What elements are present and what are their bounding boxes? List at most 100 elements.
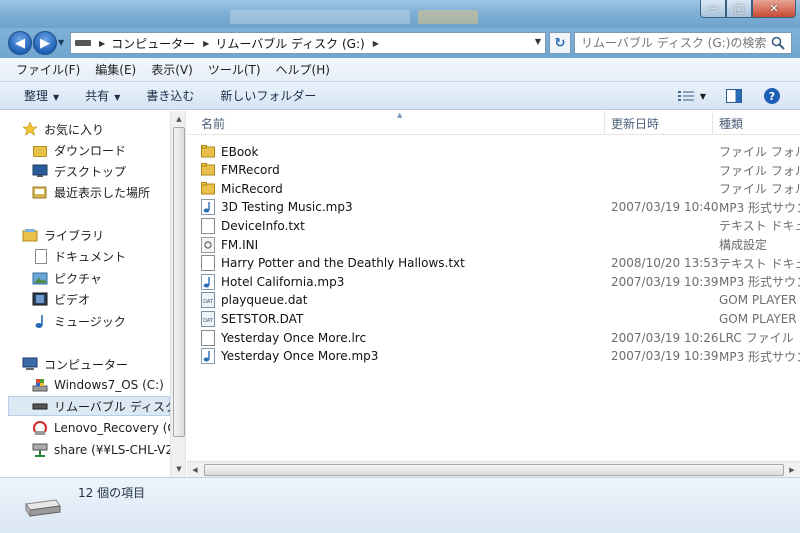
back-button[interactable]: ◀ bbox=[8, 31, 32, 55]
nav-downloads-label: ダウンロード bbox=[54, 143, 127, 158]
breadcrumb-removable-disk[interactable]: リムーバブル ディスク (G:) bbox=[215, 35, 364, 52]
nav-libraries-label: ライブラリ bbox=[44, 228, 105, 243]
file-name: Harry Potter and the Deathly Hallows.txt bbox=[221, 256, 465, 271]
scroll-thumb[interactable] bbox=[173, 127, 185, 437]
file-type: MP3 形式サウン bbox=[719, 349, 800, 364]
breadcrumb-computer[interactable]: コンピューター bbox=[111, 35, 195, 52]
dat-file-icon: DAT bbox=[201, 292, 215, 309]
svg-text:DAT: DAT bbox=[203, 318, 214, 324]
file-horizontal-scrollbar[interactable]: ◀ ▶ bbox=[187, 461, 800, 477]
nav-pictures[interactable]: ピクチャ bbox=[32, 268, 102, 288]
file-name: SETSTOR.DAT bbox=[221, 311, 304, 326]
column-date[interactable]: 更新日時 bbox=[605, 111, 713, 135]
file-name: Yesterday Once More.lrc bbox=[221, 330, 367, 345]
scroll-down-arrow[interactable]: ▼ bbox=[171, 461, 185, 477]
chevron-right-icon[interactable]: ▶ bbox=[203, 39, 209, 48]
menu-help[interactable]: ヘルプ(H) bbox=[276, 61, 330, 78]
search-input[interactable] bbox=[581, 36, 771, 50]
menu-view[interactable]: 表示(V) bbox=[151, 61, 193, 78]
nav-computer-label: コンピューター bbox=[44, 357, 129, 372]
menu-file[interactable]: ファイル(F) bbox=[16, 61, 80, 78]
chevron-right-icon[interactable]: ▶ bbox=[373, 39, 379, 48]
address-bar[interactable]: ▶ コンピューター ▶ リムーバブル ディスク (G:) ▶ ▼ bbox=[70, 32, 546, 54]
library-icon bbox=[22, 227, 38, 243]
nav-drive-c-label: Windows7_OS (C:) bbox=[54, 378, 164, 392]
file-row[interactable]: DAT playqueue.dat GOM PLAYER × bbox=[201, 291, 800, 310]
column-name[interactable]: 名前 bbox=[195, 111, 605, 135]
scroll-up-arrow[interactable]: ▲ bbox=[171, 111, 185, 127]
file-type: ファイル フォル bbox=[719, 182, 800, 197]
scroll-left-arrow[interactable]: ◀ bbox=[187, 462, 203, 477]
organize-button[interactable]: 整理 ▼ bbox=[24, 87, 59, 104]
maximize-button[interactable]: □ bbox=[726, 0, 752, 18]
chevron-right-icon[interactable]: ▶ bbox=[99, 39, 105, 48]
file-row[interactable]: 3D Testing Music.mp3 2007/03/19 10:40 MP3 … bbox=[201, 198, 800, 217]
preview-pane-icon[interactable] bbox=[726, 89, 742, 103]
title-bar: ─ □ ✕ bbox=[0, 0, 800, 28]
nav-removable-disk-label: リムーバブル ディスク ( bbox=[54, 399, 186, 414]
nav-recent-places[interactable]: 最近表示した場所 bbox=[32, 182, 150, 202]
file-row[interactable]: Yesterday Once More.lrc 2007/03/19 10:26 L… bbox=[201, 328, 800, 347]
file-row[interactable]: DeviceInfo.txt テキスト ドキュ bbox=[201, 216, 800, 235]
refresh-button[interactable]: ↻ bbox=[549, 32, 571, 54]
nav-pictures-label: ピクチャ bbox=[54, 271, 102, 286]
folder-icon bbox=[201, 144, 215, 160]
svg-text:DAT: DAT bbox=[203, 299, 214, 305]
file-row[interactable]: EBook ファイル フォル bbox=[201, 142, 800, 161]
recent-pages-dropdown[interactable]: ▼ bbox=[58, 38, 68, 48]
file-row[interactable]: DAT SETSTOR.DAT GOM PLAYER × bbox=[201, 309, 800, 328]
file-row[interactable]: Yesterday Once More.mp3 2007/03/19 10:39 M… bbox=[201, 347, 800, 366]
nav-libraries[interactable]: ライブラリ bbox=[22, 225, 104, 245]
file-name: 3D Testing Music.mp3 bbox=[221, 200, 353, 215]
nav-recent-places-label: 最近表示した場所 bbox=[54, 185, 151, 200]
scroll-right-arrow[interactable]: ▶ bbox=[784, 462, 800, 477]
share-button[interactable]: 共有 ▼ bbox=[85, 87, 120, 104]
help-icon[interactable]: ? bbox=[764, 88, 780, 104]
nav-network-share[interactable]: share (¥¥LS-CHL-V2D5 bbox=[32, 440, 186, 460]
nav-computer[interactable]: コンピューター bbox=[22, 354, 128, 374]
item-count: 12 個の項目 bbox=[78, 486, 146, 500]
file-row[interactable]: Hotel California.mp3 2007/03/19 10:39 MP3 … bbox=[201, 272, 800, 291]
file-date: 2007/03/19 10:26 bbox=[611, 330, 719, 345]
nav-documents[interactable]: ドキュメント bbox=[32, 246, 126, 266]
search-icon[interactable] bbox=[771, 36, 785, 50]
address-history-dropdown[interactable]: ▼ bbox=[535, 37, 541, 46]
nav-vertical-scrollbar[interactable]: ▲ ▼ bbox=[170, 111, 185, 477]
nav-videos[interactable]: ビデオ bbox=[32, 289, 90, 309]
file-name: MicRecord bbox=[221, 181, 283, 196]
nav-downloads[interactable]: ダウンロード bbox=[32, 140, 126, 160]
file-row[interactable]: Harry Potter and the Deathly Hallows.txt… bbox=[201, 254, 800, 273]
menu-edit[interactable]: 編集(E) bbox=[95, 61, 136, 78]
drive-icon bbox=[75, 40, 91, 46]
nav-favorites[interactable]: お気に入り bbox=[22, 119, 104, 139]
burn-button[interactable]: 書き込む bbox=[146, 87, 194, 104]
file-type: GOM PLAYER × bbox=[719, 293, 800, 308]
menu-tools[interactable]: ツール(T) bbox=[208, 61, 261, 78]
view-dropdown[interactable]: ▼ bbox=[700, 92, 706, 101]
star-icon bbox=[22, 121, 38, 137]
close-button[interactable]: ✕ bbox=[752, 0, 796, 18]
nav-desktop[interactable]: デスクトップ bbox=[32, 161, 126, 181]
file-row[interactable]: MicRecord ファイル フォル bbox=[201, 179, 800, 198]
minimize-button[interactable]: ─ bbox=[700, 0, 726, 18]
nav-removable-disk[interactable]: リムーバブル ディスク ( bbox=[8, 396, 185, 416]
folder-icon bbox=[201, 162, 215, 178]
nav-drive-c[interactable]: Windows7_OS (C:) bbox=[32, 375, 164, 395]
nav-recovery-drive[interactable]: Lenovo_Recovery (Q:) bbox=[32, 418, 185, 438]
nav-favorites-label: お気に入り bbox=[44, 122, 105, 137]
scroll-thumb[interactable] bbox=[204, 464, 784, 476]
nav-music[interactable]: ミュージック bbox=[32, 311, 126, 331]
file-row[interactable]: FMRecord ファイル フォル bbox=[201, 161, 800, 180]
column-type[interactable]: 種類 bbox=[713, 111, 800, 135]
background-ghost-text bbox=[230, 10, 410, 24]
file-type: MP3 形式サウン bbox=[719, 275, 800, 290]
nav-network-share-label: share (¥¥LS-CHL-V2D5 bbox=[54, 443, 186, 457]
downloads-folder-icon bbox=[32, 142, 48, 158]
file-row[interactable]: FM.INI 構成設定 bbox=[201, 235, 800, 254]
new-folder-button[interactable]: 新しいフォルダー bbox=[220, 87, 316, 104]
file-type: テキスト ドキュ bbox=[719, 256, 800, 271]
config-file-icon bbox=[201, 236, 215, 253]
forward-button[interactable]: ▶ bbox=[33, 31, 57, 55]
search-box[interactable] bbox=[574, 32, 792, 54]
view-details-icon[interactable] bbox=[677, 90, 694, 102]
